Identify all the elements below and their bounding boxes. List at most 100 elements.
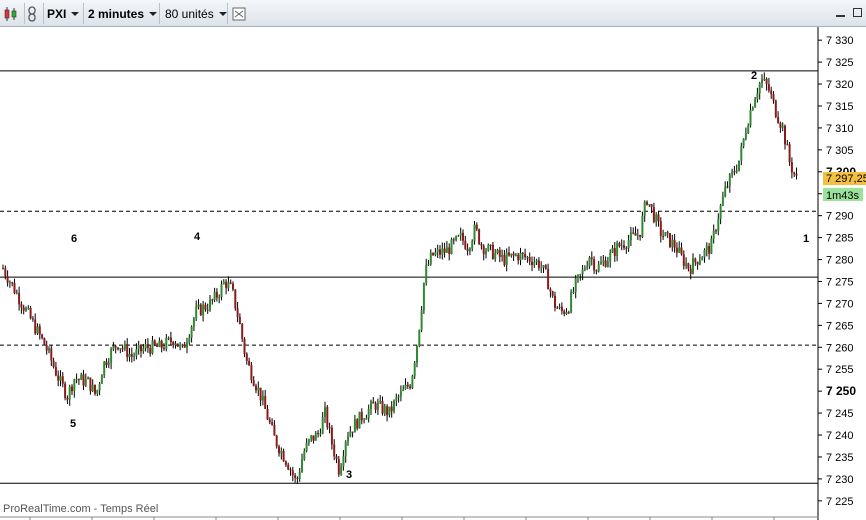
candle-body <box>105 361 108 366</box>
candle-body <box>4 268 7 277</box>
candle-body <box>579 274 582 276</box>
candle-body <box>597 264 600 272</box>
candle-body <box>31 318 34 320</box>
candle-body <box>574 278 577 292</box>
candle-body <box>657 214 660 222</box>
candle-body <box>234 289 237 309</box>
wave-label-4: 4 <box>194 231 201 243</box>
candle-body <box>485 250 487 255</box>
instrument-selector[interactable]: PXI <box>47 3 80 24</box>
candle-body <box>521 252 524 254</box>
candle-body <box>505 252 508 265</box>
candle-body <box>167 337 170 339</box>
candle-body <box>103 361 106 376</box>
candle-body <box>307 439 310 443</box>
candle-body <box>482 245 485 255</box>
candle-body <box>459 232 462 236</box>
candle-body <box>66 398 69 400</box>
candle-body <box>181 344 184 346</box>
candle-body <box>547 268 550 290</box>
candle-body <box>632 232 635 234</box>
candle-body <box>370 401 372 410</box>
timeframe-selector[interactable]: 2 minutes <box>88 3 158 24</box>
candle-body <box>324 407 326 417</box>
candle-body <box>498 249 501 257</box>
candle-body <box>425 265 428 284</box>
candle-body <box>420 309 423 331</box>
price-chart[interactable]: 7 3307 3257 3207 3157 3107 3057 3007 295… <box>0 27 866 520</box>
candle-body <box>439 249 441 255</box>
candle-body <box>64 383 67 399</box>
candle-body <box>61 376 64 384</box>
candle-body <box>795 173 798 176</box>
candle-body <box>429 252 432 265</box>
source-label: ProRealTime.com - Temps Réel <box>3 503 159 515</box>
candle-body <box>91 384 94 392</box>
chevron-down-icon <box>71 12 80 16</box>
price-tick-label: 7 225 <box>826 496 854 508</box>
candle-body <box>441 248 444 255</box>
candle-body <box>257 387 260 391</box>
candle-body <box>698 260 701 265</box>
price-tick-label: 7 275 <box>826 276 854 288</box>
candle-body <box>41 334 44 339</box>
settings-button[interactable] <box>232 3 248 24</box>
price-tick-label: 7 235 <box>826 452 854 464</box>
candle-body <box>75 379 78 381</box>
candle-body <box>390 406 393 412</box>
candle-body <box>45 345 48 351</box>
candle-body <box>179 345 182 347</box>
wave-label-6: 6 <box>71 233 77 245</box>
candle-body <box>133 355 136 357</box>
candle-body <box>595 270 598 272</box>
candle-body <box>588 257 591 267</box>
candle-body <box>531 261 533 266</box>
candlestick-style-button[interactable] <box>3 3 21 24</box>
candle-body <box>491 244 494 259</box>
candle-body <box>52 360 55 367</box>
candle-body <box>333 444 336 457</box>
minimize-button[interactable] <box>836 8 845 17</box>
candle-body <box>386 406 389 416</box>
candle-body <box>259 387 262 401</box>
candle-body <box>689 268 692 274</box>
candle-body <box>204 304 207 310</box>
candle-body <box>218 296 221 298</box>
candle-body <box>57 375 60 381</box>
candle-body <box>305 442 308 452</box>
candle-body <box>220 284 223 297</box>
candle-body <box>508 252 510 256</box>
wave-label-1: 1 <box>803 233 809 245</box>
candle-body <box>763 78 766 80</box>
candle-body <box>54 366 57 376</box>
candle-body <box>563 310 566 314</box>
wave-label-2: 2 <box>751 70 757 82</box>
candle-body <box>655 214 658 222</box>
candle-body <box>494 253 497 259</box>
price-tick-label: 7 310 <box>826 123 854 135</box>
candle-body <box>43 338 46 346</box>
candle-body <box>365 417 368 420</box>
candle-body <box>13 283 16 294</box>
units-selector[interactable]: 80 unités <box>165 3 227 24</box>
candle-body <box>765 78 768 85</box>
candle-body <box>443 248 446 253</box>
candle-body <box>172 341 175 346</box>
maximize-button[interactable] <box>853 8 862 17</box>
candle-body <box>510 253 513 256</box>
candle-body <box>8 282 11 284</box>
candle-body <box>282 450 285 462</box>
wave-label-3: 3 <box>346 469 352 481</box>
candle-body <box>229 282 232 284</box>
candle-body <box>639 234 642 237</box>
link-button[interactable] <box>27 3 41 24</box>
price-tick-label: 7 265 <box>826 320 854 332</box>
candle-body <box>604 260 607 267</box>
candle-body <box>376 402 379 410</box>
candle-body <box>620 245 623 247</box>
candle-body <box>319 433 322 435</box>
candle-body <box>48 348 50 351</box>
candle-body <box>487 244 490 251</box>
candle-body <box>197 304 200 307</box>
candle-body <box>682 254 685 267</box>
